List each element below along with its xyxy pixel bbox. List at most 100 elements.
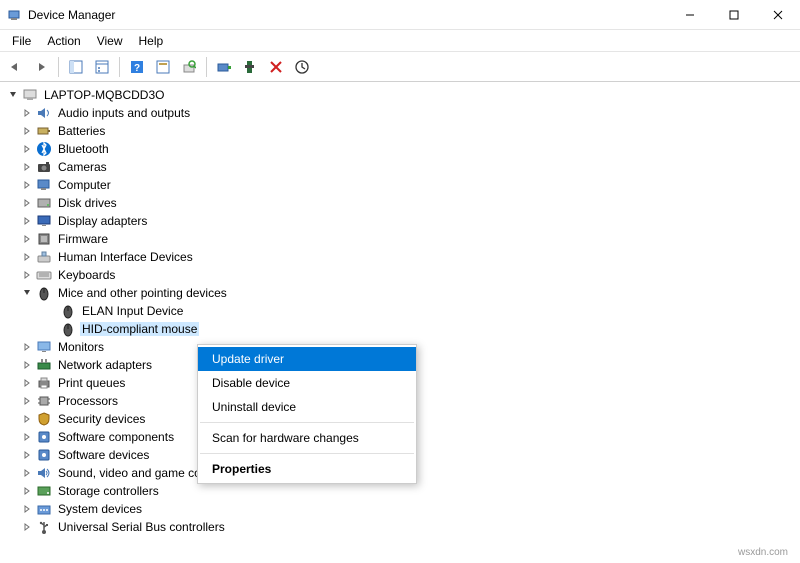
tree-category-audio[interactable]: Audio inputs and outputs bbox=[0, 104, 800, 122]
expander-icon[interactable] bbox=[20, 268, 34, 282]
expander-icon[interactable] bbox=[20, 412, 34, 426]
titlebar: Device Manager bbox=[0, 0, 800, 30]
expander-icon[interactable] bbox=[6, 88, 20, 102]
firmware-icon bbox=[36, 231, 52, 247]
mouse-icon bbox=[60, 321, 76, 337]
context-menu-item[interactable]: Update driver bbox=[198, 347, 416, 371]
tree-category-camera[interactable]: Cameras bbox=[0, 158, 800, 176]
window-title: Device Manager bbox=[28, 8, 668, 22]
show-hide-tree-button[interactable] bbox=[65, 56, 87, 78]
tree-node-label: HID-compliant mouse bbox=[80, 322, 199, 336]
action-button[interactable] bbox=[152, 56, 174, 78]
expander-icon[interactable] bbox=[20, 430, 34, 444]
scan-button[interactable] bbox=[178, 56, 200, 78]
menu-action[interactable]: Action bbox=[39, 32, 88, 50]
disk-icon bbox=[36, 195, 52, 211]
expander-icon[interactable] bbox=[20, 376, 34, 390]
tree-node-label: Software components bbox=[56, 430, 176, 444]
context-menu: Update driverDisable deviceUninstall dev… bbox=[197, 344, 417, 484]
expander-icon[interactable] bbox=[20, 196, 34, 210]
expander-icon[interactable] bbox=[20, 286, 34, 300]
keyboard-icon bbox=[36, 267, 52, 283]
toolbar-separator bbox=[119, 57, 120, 77]
properties-button[interactable] bbox=[91, 56, 113, 78]
expander-icon[interactable] bbox=[20, 250, 34, 264]
display-icon bbox=[36, 213, 52, 229]
expander-icon[interactable] bbox=[20, 124, 34, 138]
maximize-button[interactable] bbox=[712, 0, 756, 29]
storage-icon bbox=[36, 483, 52, 499]
context-menu-item[interactable]: Disable device bbox=[198, 371, 416, 395]
bluetooth-icon bbox=[36, 141, 52, 157]
close-button[interactable] bbox=[756, 0, 800, 29]
expander-icon[interactable] bbox=[20, 142, 34, 156]
expander-icon[interactable] bbox=[20, 340, 34, 354]
tree-node-label: Universal Serial Bus controllers bbox=[56, 520, 227, 534]
back-button[interactable] bbox=[4, 56, 26, 78]
expander-icon[interactable] bbox=[20, 214, 34, 228]
minimize-button[interactable] bbox=[668, 0, 712, 29]
expander-icon[interactable] bbox=[20, 448, 34, 462]
forward-button[interactable] bbox=[30, 56, 52, 78]
help-button[interactable]: ? bbox=[126, 56, 148, 78]
tree-node-label: ELAN Input Device bbox=[80, 304, 185, 318]
tree-device[interactable]: ELAN Input Device bbox=[0, 302, 800, 320]
software-icon bbox=[36, 429, 52, 445]
tree-category-storage[interactable]: Storage controllers bbox=[0, 482, 800, 500]
disable-button[interactable] bbox=[265, 56, 287, 78]
watermark: wsxdn.com bbox=[734, 546, 792, 559]
printer-icon bbox=[36, 375, 52, 391]
tree-category-keyboard[interactable]: Keyboards bbox=[0, 266, 800, 284]
app-icon bbox=[6, 7, 22, 23]
tree-device[interactable]: HID-compliant mouse bbox=[0, 320, 800, 338]
tree-category-computer[interactable]: Computer bbox=[0, 176, 800, 194]
context-menu-item[interactable]: Scan for hardware changes bbox=[198, 426, 416, 450]
expander-icon[interactable] bbox=[20, 484, 34, 498]
tree-node-label: Monitors bbox=[56, 340, 106, 354]
context-menu-item[interactable]: Uninstall device bbox=[198, 395, 416, 419]
window-controls bbox=[668, 0, 800, 29]
tree-category-firmware[interactable]: Firmware bbox=[0, 230, 800, 248]
context-menu-item[interactable]: Properties bbox=[198, 457, 416, 481]
tree-category-hid[interactable]: Human Interface Devices bbox=[0, 248, 800, 266]
menu-view[interactable]: View bbox=[89, 32, 131, 50]
expander-icon[interactable] bbox=[20, 394, 34, 408]
tree-category-usb[interactable]: Universal Serial Bus controllers bbox=[0, 518, 800, 536]
expander-icon[interactable] bbox=[20, 358, 34, 372]
software-icon bbox=[36, 447, 52, 463]
tree-node-label: Display adapters bbox=[56, 214, 149, 228]
network-icon bbox=[36, 357, 52, 373]
tree-category-mouse[interactable]: Mice and other pointing devices bbox=[0, 284, 800, 302]
tree-node-label: Human Interface Devices bbox=[56, 250, 195, 264]
expander-icon[interactable] bbox=[44, 322, 58, 336]
tree-category-bluetooth[interactable]: Bluetooth bbox=[0, 140, 800, 158]
expander-icon[interactable] bbox=[20, 466, 34, 480]
enable-button[interactable] bbox=[291, 56, 313, 78]
tree-node-label: Mice and other pointing devices bbox=[56, 286, 229, 300]
menu-file[interactable]: File bbox=[4, 32, 39, 50]
expander-icon[interactable] bbox=[20, 160, 34, 174]
menu-help[interactable]: Help bbox=[131, 32, 172, 50]
tree-category-disk[interactable]: Disk drives bbox=[0, 194, 800, 212]
tree-node-label: LAPTOP-MQBCDD3O bbox=[42, 88, 166, 102]
expander-icon[interactable] bbox=[20, 178, 34, 192]
uninstall-button[interactable] bbox=[239, 56, 261, 78]
expander-icon[interactable] bbox=[20, 232, 34, 246]
tree-node-label: Cameras bbox=[56, 160, 109, 174]
monitor-icon bbox=[36, 339, 52, 355]
tree-root[interactable]: LAPTOP-MQBCDD3O bbox=[0, 86, 800, 104]
tree-category-system[interactable]: System devices bbox=[0, 500, 800, 518]
expander-icon[interactable] bbox=[20, 502, 34, 516]
update-driver-button[interactable] bbox=[213, 56, 235, 78]
tree-category-battery[interactable]: Batteries bbox=[0, 122, 800, 140]
tree-category-display[interactable]: Display adapters bbox=[0, 212, 800, 230]
context-menu-separator bbox=[200, 453, 414, 454]
security-icon bbox=[36, 411, 52, 427]
toolbar-separator bbox=[58, 57, 59, 77]
system-icon bbox=[36, 501, 52, 517]
expander-icon[interactable] bbox=[20, 106, 34, 120]
expander-icon[interactable] bbox=[20, 520, 34, 534]
tree-node-label: Batteries bbox=[56, 124, 107, 138]
mouse-icon bbox=[36, 285, 52, 301]
expander-icon[interactable] bbox=[44, 304, 58, 318]
